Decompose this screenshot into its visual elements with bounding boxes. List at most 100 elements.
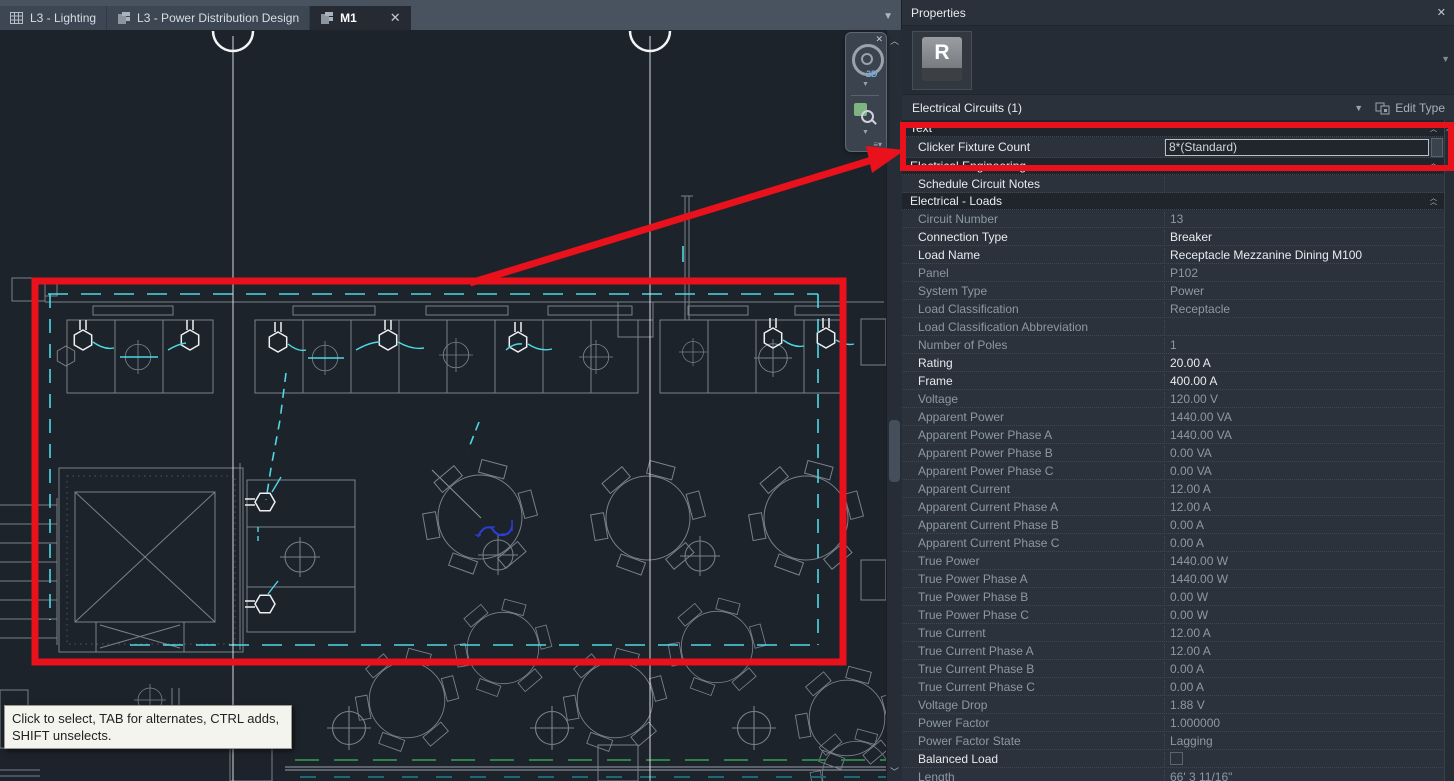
property-section-header[interactable]: Text ︿ ︿ — [902, 120, 1445, 137]
tab-overflow-icon[interactable]: ▼ — [883, 11, 893, 22]
property-row[interactable]: System Type Power — [902, 282, 1445, 300]
property-section-header[interactable]: Electrical Engineering ︿ ︿ — [902, 158, 1445, 175]
close-icon[interactable]: ✕ — [875, 34, 883, 45]
navigation-bar[interactable]: ✕ 2D ▼ ▼ ≡▾ — [845, 32, 887, 152]
property-row[interactable]: Schedule Circuit Notes — [902, 175, 1445, 193]
property-row[interactable]: Load Name Receptacle Mezzanine Dining M10… — [902, 246, 1445, 264]
canvas-vertical-scrollbar[interactable]: ︿ ﹀ — [886, 30, 902, 781]
selected-circuit-element[interactable] — [475, 520, 513, 538]
property-row[interactable]: Power Factor 1.000000 — [902, 714, 1445, 732]
property-row[interactable]: Apparent Current 12.00 A — [902, 480, 1445, 498]
drawing-canvas[interactable]: ✕ 2D ▼ ▼ ≡▾ Click to select, TAB for alt… — [0, 0, 887, 781]
property-row[interactable]: True Power Phase A 1440.00 W — [902, 570, 1445, 588]
balanced-load-checkbox[interactable] — [1170, 752, 1183, 765]
property-row[interactable]: Balanced Load — [902, 750, 1445, 768]
chevron-down-icon[interactable]: ▼ — [862, 81, 869, 88]
property-value: P102 — [1170, 265, 1199, 280]
property-value: 1440.00 W — [1170, 571, 1229, 586]
property-value-input[interactable] — [1165, 138, 1429, 156]
property-label: Balanced Load — [902, 751, 1165, 766]
property-value: 0.00 A — [1170, 661, 1205, 676]
property-label: Frame — [902, 373, 1165, 388]
scrollbar-thumb[interactable] — [889, 420, 900, 482]
property-row[interactable]: Clicker Fixture Count — [902, 137, 1445, 158]
schedule-grid-icon — [10, 12, 23, 24]
property-row[interactable]: Connection Type Breaker — [902, 228, 1445, 246]
chevron-down-icon[interactable]: ▼ — [1346, 103, 1371, 113]
property-row[interactable]: Voltage 120.00 V — [902, 390, 1445, 408]
property-row[interactable]: Apparent Current Phase B 0.00 A — [902, 516, 1445, 534]
property-value: Breaker — [1170, 229, 1213, 244]
property-value: 1440.00 VA — [1170, 427, 1232, 442]
property-value: 12.00 A — [1170, 499, 1211, 514]
property-label: True Power Phase A — [902, 571, 1165, 586]
property-label: True Current — [902, 625, 1165, 640]
property-section-header[interactable]: Electrical - Loads ︿ ︿ — [902, 193, 1445, 210]
property-row[interactable]: Load Classification Abbreviation — [902, 318, 1445, 336]
property-row[interactable]: Length 66' 3 11/16" — [902, 768, 1445, 781]
property-label: Circuit Number — [902, 211, 1165, 226]
property-label: Connection Type — [902, 229, 1165, 244]
collapse-chevrons-icon[interactable]: ︿ ︿ — [1430, 195, 1437, 206]
scroll-up-icon[interactable]: ︿ — [887, 34, 902, 47]
type-selector-row[interactable]: Electrical Circuits (1) ▼ Edit Type — [902, 95, 1454, 122]
property-row[interactable]: Voltage Drop 1.88 V — [902, 696, 1445, 714]
property-label: True Power Phase C — [902, 607, 1165, 622]
property-row[interactable]: True Current Phase A 12.00 A — [902, 642, 1445, 660]
property-row[interactable]: Rating 20.00 A — [902, 354, 1445, 372]
type-selector-preview[interactable]: R ▼ — [902, 26, 1454, 95]
browse-button[interactable] — [1431, 137, 1443, 157]
property-row[interactable]: True Power 1440.00 W — [902, 552, 1445, 570]
property-row[interactable]: Apparent Power Phase C 0.00 VA — [902, 462, 1445, 480]
property-row[interactable]: Apparent Current Phase A 12.00 A — [902, 498, 1445, 516]
revit-family-icon: R — [922, 37, 962, 81]
property-row[interactable]: True Power Phase C 0.00 W — [902, 606, 1445, 624]
chevron-down-icon[interactable]: ▼ — [1441, 54, 1450, 64]
property-row[interactable]: Frame 400.00 A — [902, 372, 1445, 390]
property-row[interactable]: Apparent Power Phase B 0.00 VA — [902, 444, 1445, 462]
property-row[interactable]: Load Classification Receptacle — [902, 300, 1445, 318]
view-tab-l3-power-distribution-design[interactable]: L3 - Power Distribution Design — [107, 6, 311, 30]
property-row[interactable]: Apparent Power 1440.00 VA — [902, 408, 1445, 426]
property-value: 1440.00 W — [1170, 553, 1229, 568]
property-row[interactable]: True Current Phase C 0.00 A — [902, 678, 1445, 696]
property-label: Load Name — [902, 247, 1165, 262]
properties-scrollbar[interactable]: ︿ — [1444, 120, 1454, 781]
property-value: 1.000000 — [1170, 715, 1221, 730]
view-tab-m1[interactable]: M1 ✕ — [310, 6, 411, 30]
property-row[interactable]: Number of Poles 1 — [902, 336, 1445, 354]
property-value: 120.00 V — [1170, 391, 1219, 406]
property-row[interactable]: True Current Phase B 0.00 A — [902, 660, 1445, 678]
chevron-down-icon[interactable]: ▼ — [862, 129, 869, 136]
property-row[interactable]: True Current 12.00 A — [902, 624, 1445, 642]
steering-wheel-2d-label: 2D — [866, 69, 878, 79]
scroll-up-icon[interactable]: ︿ — [1445, 122, 1454, 133]
collapse-chevrons-icon[interactable]: ︿ ︿ — [1430, 122, 1437, 133]
stairs — [0, 504, 57, 639]
property-value: Receptacle — [1170, 301, 1231, 316]
property-label: Apparent Current Phase C — [902, 535, 1165, 550]
tab-close-icon[interactable]: ✕ — [390, 10, 401, 26]
property-row[interactable]: True Power Phase B 0.00 W — [902, 588, 1445, 606]
scroll-down-icon[interactable]: ﹀ — [887, 765, 902, 778]
navbar-customize-icon[interactable]: ≡▾ — [873, 140, 882, 149]
property-label: Apparent Current Phase A — [902, 499, 1165, 514]
edit-type-button[interactable]: Edit Type — [1371, 99, 1449, 117]
property-label: Clicker Fixture Count — [902, 140, 1165, 154]
property-row[interactable]: Power Factor State Lagging — [902, 732, 1445, 750]
property-label: Voltage Drop — [902, 697, 1165, 712]
property-row[interactable]: Circuit Number 13 — [902, 210, 1445, 228]
plan-document-icon — [117, 11, 131, 25]
property-row[interactable]: Apparent Current Phase C 0.00 A — [902, 534, 1445, 552]
property-label: Power Factor State — [902, 733, 1165, 748]
close-icon[interactable]: ✕ — [1437, 6, 1446, 19]
property-row[interactable]: Apparent Power Phase A 1440.00 VA — [902, 426, 1445, 444]
collapse-chevrons-icon[interactable]: ︿ ︿ — [1430, 160, 1437, 171]
view-tab-l3-lighting[interactable]: L3 - Lighting — [0, 6, 108, 30]
properties-panel: Properties ✕ R ▼ Electrical Circuits (1)… — [901, 0, 1454, 781]
property-label: Apparent Power Phase C — [902, 463, 1165, 478]
property-label: Apparent Current Phase B — [902, 517, 1165, 532]
property-row[interactable]: Panel P102 — [902, 264, 1445, 282]
property-label: Length — [902, 769, 1165, 781]
properties-title-bar[interactable]: Properties ✕ — [902, 0, 1454, 26]
